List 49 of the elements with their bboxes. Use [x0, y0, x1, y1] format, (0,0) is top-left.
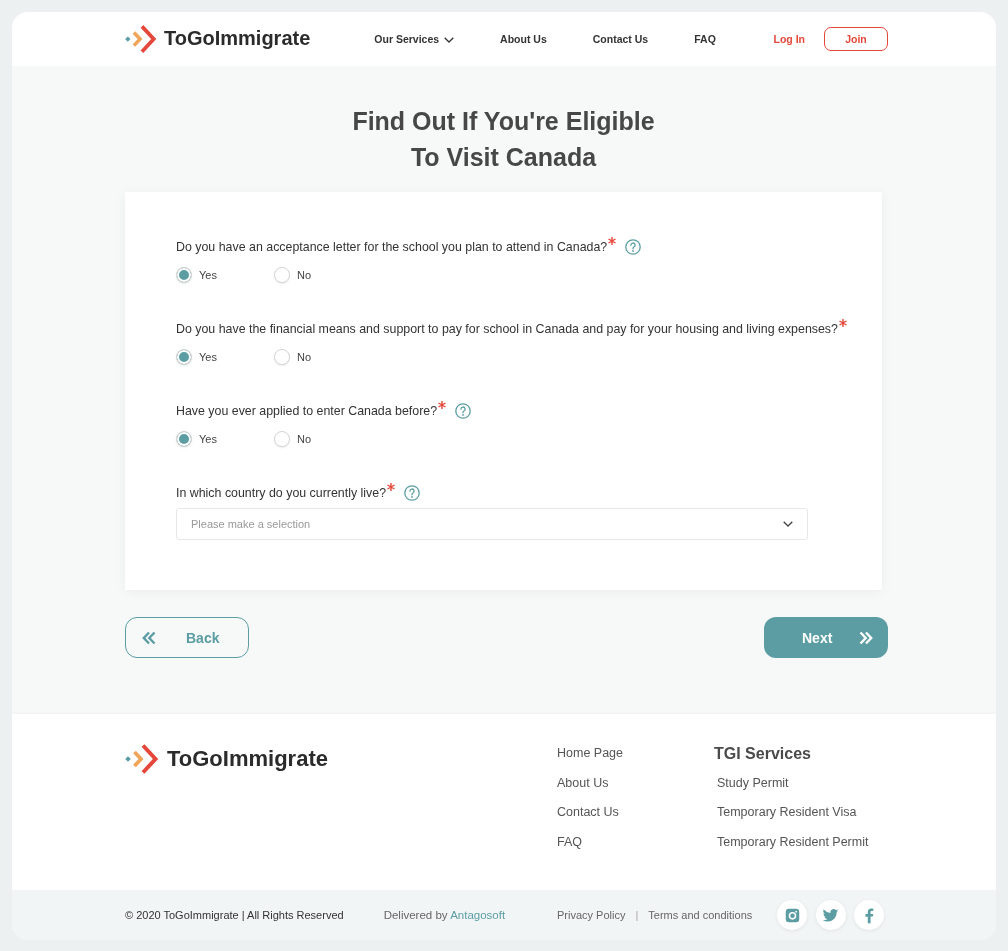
footer-link[interactable]: Contact Us — [557, 798, 619, 828]
option-label[interactable]: Yes — [199, 269, 217, 281]
nav-link[interactable]: FAQ — [694, 33, 716, 45]
join-button[interactable]: Join — [824, 27, 888, 51]
footer-heading: TGI Services — [714, 744, 811, 764]
footer-link[interactable]: Study Permit — [714, 768, 789, 798]
footer-link[interactable]: About Us — [557, 768, 609, 798]
question-label: Have you ever applied to enter Canada before? — [176, 404, 438, 418]
footer-link[interactable]: FAQ — [557, 827, 582, 857]
help-icon[interactable] — [404, 485, 421, 501]
option-label[interactable]: Yes — [199, 351, 217, 363]
legal-link[interactable]: Privacy Policy — [557, 909, 626, 921]
nav-link[interactable]: Our Services — [374, 33, 455, 45]
option-label[interactable]: No — [297, 351, 312, 363]
radio-button[interactable] — [176, 267, 192, 283]
login-link[interactable]: Log In — [773, 33, 805, 45]
option-label[interactable]: No — [297, 269, 312, 281]
logo-icon[interactable] — [125, 743, 159, 775]
footer-link[interactable]: Home Page — [557, 739, 623, 769]
radio-button[interactable] — [274, 349, 290, 365]
nav-link[interactable]: Contact Us — [592, 33, 649, 45]
nav-link[interactable]: About Us — [500, 33, 547, 45]
brand-name: ToGoImmigrate — [167, 746, 328, 772]
instagram-icon[interactable] — [777, 900, 807, 930]
double-chevron-right-icon — [859, 630, 874, 645]
brand-name: ToGoImmigrate — [164, 27, 311, 51]
option-label[interactable]: No — [297, 433, 312, 445]
page-title: Find Out If You're Eligible To Visit Canada — [351, 106, 656, 173]
question-label: Do you have an acceptance letter for the school you plan to attend in Canada? — [176, 240, 608, 254]
logo-icon[interactable] — [125, 23, 157, 55]
footer-link[interactable]: Temporary Resident Permit — [714, 827, 869, 857]
legal-link[interactable]: Terms and conditions — [648, 909, 753, 921]
link-separator: | — [635, 909, 639, 921]
chevron-down-icon — [783, 521, 793, 527]
facebook-icon[interactable] — [854, 900, 884, 930]
radio-button[interactable] — [274, 267, 290, 283]
help-icon[interactable] — [455, 403, 472, 419]
radio-button[interactable] — [176, 349, 192, 365]
footer-link[interactable]: Temporary Resident Visa — [714, 798, 857, 828]
radio-button[interactable] — [274, 431, 290, 447]
credit-text: Delivered by Antagosoft — [383, 909, 506, 921]
question-label: In which country do you currently live? — [176, 486, 387, 500]
help-icon[interactable] — [625, 239, 642, 255]
question-label: Do you have the financial means and support to pay for school in Canada and pay for your housing and living expenses? — [176, 322, 838, 336]
option-label[interactable]: Yes — [199, 433, 217, 445]
radio-button[interactable] — [176, 431, 192, 447]
copyright-text: © 2020 ToGoImmigrate | All Rights Reserved — [125, 909, 344, 921]
twitter-icon[interactable] — [815, 900, 846, 930]
double-chevron-left-icon — [142, 630, 156, 645]
